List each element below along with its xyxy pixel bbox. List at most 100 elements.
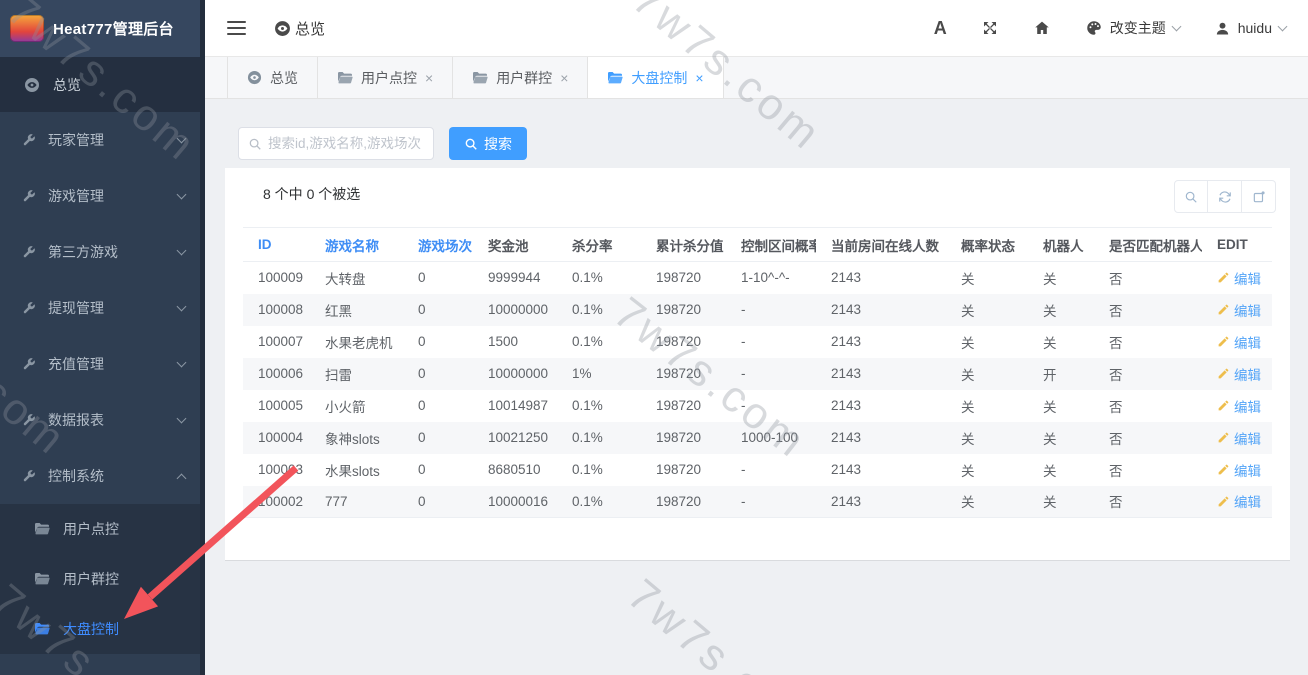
cell-range-prob: - <box>726 454 816 486</box>
eye-icon <box>274 20 291 37</box>
close-icon[interactable]: × <box>560 71 568 85</box>
breadcrumb-label: 总览 <box>295 18 325 39</box>
edit-button[interactable]: 编辑 <box>1217 428 1261 448</box>
edit-label: 编辑 <box>1234 396 1261 416</box>
edit-button[interactable]: 编辑 <box>1217 491 1261 511</box>
cell-session: 0 <box>403 262 473 294</box>
search-button-label: 搜索 <box>484 134 512 154</box>
table-row: 100004象神slots0100212500.1%1987201000-100… <box>243 422 1272 454</box>
cell-session: 0 <box>403 390 473 422</box>
home-icon[interactable] <box>1033 19 1051 37</box>
chevron-down-icon <box>177 357 187 367</box>
cell-robot: 关 <box>1028 326 1094 358</box>
edit-button[interactable]: 编辑 <box>1217 300 1261 320</box>
close-icon[interactable]: × <box>425 71 433 85</box>
font-size-button[interactable]: A <box>934 18 947 39</box>
sidebar-item-overview[interactable]: 总览 <box>0 57 205 112</box>
chevron-down-icon <box>1278 21 1288 31</box>
games-table: ID 游戏名称 游戏场次 奖金池 杀分率 累计杀分值 控制区间概率 当前房间在线… <box>243 227 1272 518</box>
palette-icon <box>1085 19 1103 37</box>
breadcrumb-overview[interactable]: 总览 <box>274 18 325 39</box>
column-header-game-name[interactable]: 游戏名称 <box>310 228 403 262</box>
edit-button[interactable]: 编辑 <box>1217 460 1261 480</box>
cell-match-robot: 否 <box>1094 422 1202 454</box>
column-header-game-session[interactable]: 游戏场次 <box>403 228 473 262</box>
cell-pool: 10021250 <box>473 422 557 454</box>
cell-kill-total: 198720 <box>641 390 726 422</box>
cell-online: 2143 <box>816 326 946 358</box>
sidebar-subitem-user-point-control[interactable]: 用户点控 <box>0 504 205 554</box>
chevron-down-icon <box>177 133 187 143</box>
selection-summary: 8 个中 0 个被选 <box>263 184 360 204</box>
sidebar-subitem-user-group-control[interactable]: 用户群控 <box>0 554 205 604</box>
search-icon <box>464 137 478 151</box>
cell-id: 100007 <box>243 326 310 358</box>
cell-game-name: 777 <box>310 486 403 518</box>
cell-id: 100005 <box>243 390 310 422</box>
cell-kill-total: 198720 <box>641 486 726 518</box>
edit-button[interactable]: 编辑 <box>1217 364 1261 384</box>
chevron-down-icon <box>177 245 187 255</box>
cell-pool: 1500 <box>473 326 557 358</box>
sidebar-item-player-mgmt[interactable]: 玩家管理 <box>0 112 205 168</box>
eye-icon <box>247 70 262 85</box>
search-input[interactable] <box>268 136 424 151</box>
tab-overview[interactable]: 总览 <box>227 57 318 98</box>
edit-button[interactable]: 编辑 <box>1217 332 1261 352</box>
table-row: 100006扫雷0100000001%198720-2143关开否 编辑 <box>243 358 1272 390</box>
search-box <box>238 127 434 160</box>
search-button[interactable]: 搜索 <box>449 127 527 160</box>
close-icon[interactable]: × <box>695 71 703 85</box>
table-export-button[interactable] <box>1242 180 1276 213</box>
edit-button[interactable]: 编辑 <box>1217 396 1261 416</box>
edit-label: 编辑 <box>1234 300 1261 320</box>
sidebar-item-thirdparty-games[interactable]: 第三方游戏 <box>0 224 205 280</box>
sidebar-item-withdraw-mgmt[interactable]: 提现管理 <box>0 280 205 336</box>
column-header-match-robot: 是否匹配机器人 <box>1094 228 1202 262</box>
sidebar-item-control-system[interactable]: 控制系统 <box>0 448 205 504</box>
tab-user-group-control[interactable]: 用户群控 × <box>453 57 588 98</box>
column-header-kill-total: 累计杀分值 <box>641 228 726 262</box>
table-row: 1000027770100000160.1%198720-2143关关否 编辑 <box>243 486 1272 518</box>
cell-online: 2143 <box>816 294 946 326</box>
cell-range-prob: - <box>726 294 816 326</box>
cell-range-prob: - <box>726 358 816 390</box>
table-refresh-button[interactable] <box>1208 180 1242 213</box>
edit-button[interactable]: 编辑 <box>1217 268 1261 288</box>
sidebar-item-game-mgmt[interactable]: 游戏管理 <box>0 168 205 224</box>
sidebar-scrollbar[interactable] <box>200 0 205 675</box>
cell-robot: 关 <box>1028 262 1094 294</box>
pencil-icon <box>1217 463 1230 476</box>
sidebar-item-data-reports[interactable]: 数据报表 <box>0 392 205 448</box>
export-layout-icon <box>1252 190 1266 204</box>
cell-match-robot: 否 <box>1094 486 1202 518</box>
search-icon <box>248 137 262 151</box>
cell-pool: 10000016 <box>473 486 557 518</box>
app-logo-icon <box>10 15 44 42</box>
pencil-icon <box>1217 271 1230 284</box>
theme-switcher[interactable]: 改变主题 <box>1085 18 1180 38</box>
cell-session: 0 <box>403 454 473 486</box>
sidebar-item-label: 提现管理 <box>48 298 104 318</box>
search-icon <box>1184 190 1198 204</box>
edit-label: 编辑 <box>1234 332 1261 352</box>
tab-user-point-control[interactable]: 用户点控 × <box>318 57 453 98</box>
sidebar-item-label: 充值管理 <box>48 354 104 374</box>
edit-label: 编辑 <box>1234 364 1261 384</box>
table-row: 100007水果老虎机015000.1%198720-2143关关否 编辑 <box>243 326 1272 358</box>
sidebar-subitem-dashboard-control[interactable]: 大盘控制 <box>0 604 205 654</box>
column-header-id[interactable]: ID <box>243 228 310 262</box>
cell-prob-status: 关 <box>946 422 1028 454</box>
cell-id: 100003 <box>243 454 310 486</box>
cell-online: 2143 <box>816 422 946 454</box>
cell-session: 0 <box>403 486 473 518</box>
table-search-button[interactable] <box>1174 180 1208 213</box>
tab-dashboard-control[interactable]: 大盘控制 × <box>588 57 723 98</box>
fullscreen-icon[interactable] <box>981 19 999 37</box>
pencil-icon <box>1217 367 1230 380</box>
hamburger-menu-icon[interactable] <box>227 21 246 35</box>
cell-robot: 关 <box>1028 390 1094 422</box>
table-header-row: ID 游戏名称 游戏场次 奖金池 杀分率 累计杀分值 控制区间概率 当前房间在线… <box>243 228 1272 262</box>
user-menu[interactable]: huidu <box>1214 20 1286 37</box>
sidebar-item-recharge-mgmt[interactable]: 充值管理 <box>0 336 205 392</box>
